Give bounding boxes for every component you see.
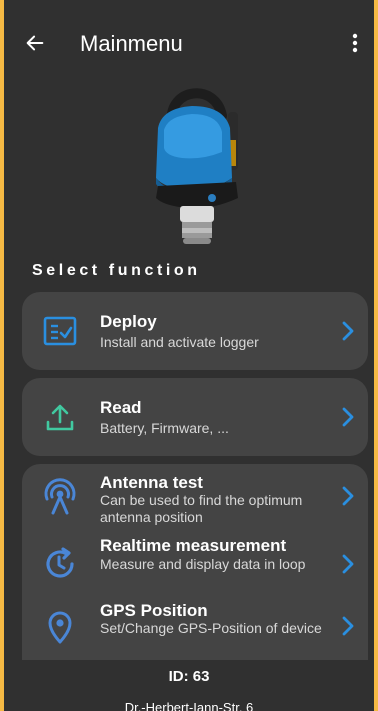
deploy-card[interactable]: Deploy Install and activate logger: [22, 292, 368, 370]
logger-device-image: [156, 88, 238, 244]
device-address: Dr.-Herbert-Iann-Str. 6: [124, 700, 254, 711]
chevron-right-icon: [338, 484, 358, 508]
function-title: Deploy: [100, 312, 157, 331]
function-subtitle: Measure and display data in loop: [100, 556, 306, 572]
antenna-icon: [40, 476, 80, 516]
function-row-antenna-test[interactable]: Antenna test Can be used to find the opt…: [22, 464, 368, 528]
clock-refresh-icon: [40, 544, 80, 584]
more-vertical-icon: [352, 33, 358, 53]
function-subtitle: Battery, Firmware, ...: [100, 420, 229, 436]
overflow-menu-button[interactable]: [342, 28, 368, 58]
chevron-right-icon: [338, 319, 358, 343]
top-app-bar: Mainmenu: [4, 0, 374, 86]
location-pin-icon: [40, 608, 80, 648]
function-subtitle: Install and activate logger: [100, 334, 259, 350]
function-row-deploy[interactable]: Deploy Install and activate logger: [22, 292, 368, 370]
function-subtitle: Can be used to find the optimum antenna …: [100, 492, 303, 525]
chevron-right-icon: [338, 614, 358, 638]
function-row-realtime-measurement[interactable]: Realtime measurement Measure and display…: [22, 532, 368, 596]
read-card[interactable]: Read Battery, Firmware, ...: [22, 378, 368, 456]
back-button[interactable]: [20, 28, 50, 58]
chevron-right-icon: [338, 405, 358, 429]
page-title: Mainmenu: [80, 31, 183, 56]
section-heading: Select function: [32, 262, 201, 279]
function-title: Realtime measurement: [100, 536, 287, 555]
chevron-right-icon: [338, 552, 358, 576]
function-row-gps-position[interactable]: GPS Position Set/Change GPS-Position of …: [22, 598, 368, 660]
more-functions-card: Antenna test Can be used to find the opt…: [22, 464, 368, 660]
function-row-read[interactable]: Read Battery, Firmware, ...: [22, 378, 368, 456]
checklist-icon: [40, 311, 80, 351]
upload-icon: [40, 397, 80, 437]
function-subtitle: Set/Change GPS-Position of device: [100, 620, 322, 636]
device-id-label: ID: 63: [168, 668, 210, 685]
app-screen: Mainmenu Select function Deploy Install …: [4, 0, 374, 711]
function-title: Read: [100, 398, 142, 417]
arrow-left-icon: [26, 35, 44, 51]
function-title: Antenna test: [100, 473, 203, 492]
function-title: GPS Position: [100, 601, 208, 620]
